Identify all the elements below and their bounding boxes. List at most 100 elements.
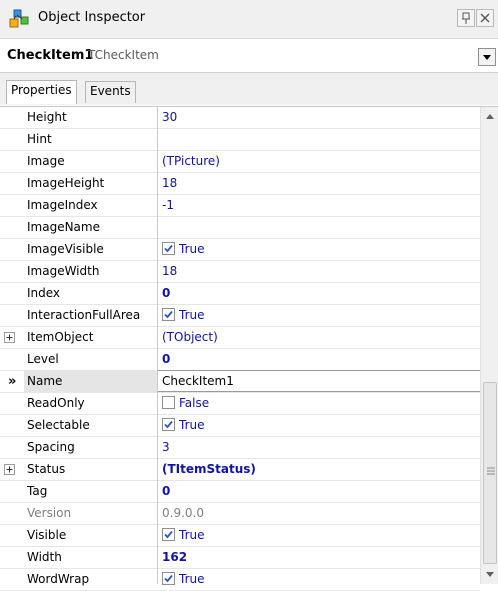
property-name[interactable]: ImageVisible <box>24 239 157 260</box>
property-value[interactable]: True <box>158 569 480 590</box>
property-value[interactable]: True <box>158 305 480 326</box>
property-row[interactable]: Hint <box>0 129 480 151</box>
checkbox-label: True <box>179 418 205 432</box>
checkbox[interactable] <box>162 242 175 255</box>
property-value[interactable]: -1 <box>158 195 480 216</box>
property-row[interactable]: Version 0.9.0.0 <box>0 503 480 525</box>
property-name[interactable]: Index <box>24 283 157 304</box>
checkbox[interactable] <box>162 418 175 431</box>
property-row[interactable]: WordWrap True <box>0 569 480 591</box>
property-name[interactable]: InteractionFullArea <box>24 305 157 326</box>
property-name[interactable]: ImageName <box>24 217 157 238</box>
checkbox-label: True <box>179 242 205 256</box>
property-row[interactable]: Visible True <box>0 525 480 547</box>
property-value[interactable]: (TPicture) <box>158 151 480 172</box>
property-value[interactable] <box>158 129 480 150</box>
property-name[interactable]: Name <box>24 371 157 392</box>
property-row[interactable]: Image (TPicture) <box>0 151 480 173</box>
object-name: CheckItem1 <box>7 48 94 63</box>
property-value[interactable]: 0.9.0.0 <box>158 503 480 524</box>
checkmark-icon <box>164 310 173 319</box>
property-name[interactable]: ReadOnly <box>24 393 157 414</box>
tab-properties[interactable]: Properties <box>6 80 77 104</box>
property-name[interactable]: WordWrap <box>24 569 157 590</box>
property-name[interactable]: Width <box>24 547 157 568</box>
property-value[interactable]: False <box>158 393 480 414</box>
property-row[interactable]: ImageWidth 18 <box>0 261 480 283</box>
property-value[interactable]: 0 <box>158 349 480 370</box>
property-row[interactable]: Tag 0 <box>0 481 480 503</box>
property-name[interactable]: Visible <box>24 525 157 546</box>
property-name[interactable]: ItemObject <box>24 327 157 348</box>
object-type: TCheckItem <box>88 48 159 62</box>
property-row[interactable]: ImageName <box>0 217 480 239</box>
property-row[interactable]: Level 0 <box>0 349 480 371</box>
checkbox[interactable] <box>162 396 175 409</box>
property-name[interactable]: ImageWidth <box>24 261 157 282</box>
property-row[interactable]: Width 162 <box>0 547 480 569</box>
property-row[interactable]: InteractionFullArea True <box>0 305 480 327</box>
property-row[interactable]: Height 30 <box>0 107 480 129</box>
close-button[interactable] <box>476 9 494 27</box>
checkbox[interactable] <box>162 528 175 541</box>
property-grid: Height 30 Hint Image (TPicture) ImageHeight 18… <box>0 106 498 591</box>
object-selector-combo[interactable]: CheckItem1 TCheckItem <box>0 40 498 73</box>
property-value[interactable] <box>158 217 480 238</box>
property-value[interactable]: 0 <box>158 283 480 304</box>
property-row[interactable]: ImageHeight 18 <box>0 173 480 195</box>
property-value[interactable]: 162 <box>158 547 480 568</box>
selected-row-marker-icon: » <box>8 374 17 389</box>
property-value[interactable]: CheckItem1 <box>158 370 480 392</box>
property-value[interactable]: 30 <box>158 107 480 128</box>
property-name[interactable]: Height <box>24 107 157 128</box>
column-divider[interactable] <box>157 107 158 584</box>
close-icon <box>480 13 490 23</box>
property-name[interactable]: ImageHeight <box>24 173 157 194</box>
property-value[interactable]: True <box>158 239 480 260</box>
property-name[interactable]: Status <box>24 459 157 480</box>
property-row[interactable]: » Name CheckItem1 <box>0 370 480 393</box>
property-row[interactable]: Spacing 3 <box>0 437 480 459</box>
property-row[interactable]: Selectable True <box>0 415 480 437</box>
property-name[interactable]: Hint <box>24 129 157 150</box>
property-name[interactable]: Tag <box>24 481 157 502</box>
property-row[interactable]: ImageVisible True <box>0 239 480 261</box>
expand-plus-icon[interactable] <box>4 332 15 343</box>
property-row[interactable]: Status (TItemStatus) <box>0 459 480 481</box>
checkbox[interactable] <box>162 308 175 321</box>
checkbox-label: True <box>179 308 205 322</box>
property-row[interactable]: ReadOnly False <box>0 393 480 415</box>
property-name[interactable]: Spacing <box>24 437 157 458</box>
checkmark-icon <box>164 244 173 253</box>
checkbox-label: True <box>179 528 205 542</box>
pin-button[interactable] <box>457 9 475 27</box>
scroll-up-icon[interactable] <box>484 112 496 120</box>
property-value[interactable]: (TItemStatus) <box>158 459 480 480</box>
property-value[interactable]: True <box>158 415 480 436</box>
object-inspector-icon <box>8 7 30 29</box>
checkmark-icon <box>164 574 173 583</box>
scroll-down-icon[interactable] <box>484 571 496 579</box>
property-name[interactable]: Level <box>24 349 157 370</box>
checkbox[interactable] <box>162 572 175 585</box>
property-value[interactable]: 18 <box>158 261 480 282</box>
property-value[interactable]: 18 <box>158 173 480 194</box>
property-name[interactable]: ImageIndex <box>24 195 157 216</box>
property-value[interactable]: True <box>158 525 480 546</box>
property-name[interactable]: Selectable <box>24 415 157 436</box>
expand-plus-icon[interactable] <box>4 464 15 475</box>
property-value[interactable]: 3 <box>158 437 480 458</box>
property-row[interactable]: ImageIndex -1 <box>0 195 480 217</box>
dropdown-button[interactable] <box>478 48 496 66</box>
title-bar: Object Inspector <box>0 0 498 39</box>
property-value[interactable]: (TObject) <box>158 327 480 348</box>
property-row[interactable]: ItemObject (TObject) <box>0 327 480 349</box>
property-value[interactable]: 0 <box>158 481 480 502</box>
scrollbar-thumb[interactable] <box>483 382 497 564</box>
vertical-scrollbar[interactable] <box>480 107 498 584</box>
property-row[interactable]: Index 0 <box>0 283 480 305</box>
tab-events[interactable]: Events <box>85 81 136 103</box>
property-name[interactable]: Version <box>24 503 157 524</box>
window-title: Object Inspector <box>38 10 146 25</box>
property-name[interactable]: Image <box>24 151 157 172</box>
